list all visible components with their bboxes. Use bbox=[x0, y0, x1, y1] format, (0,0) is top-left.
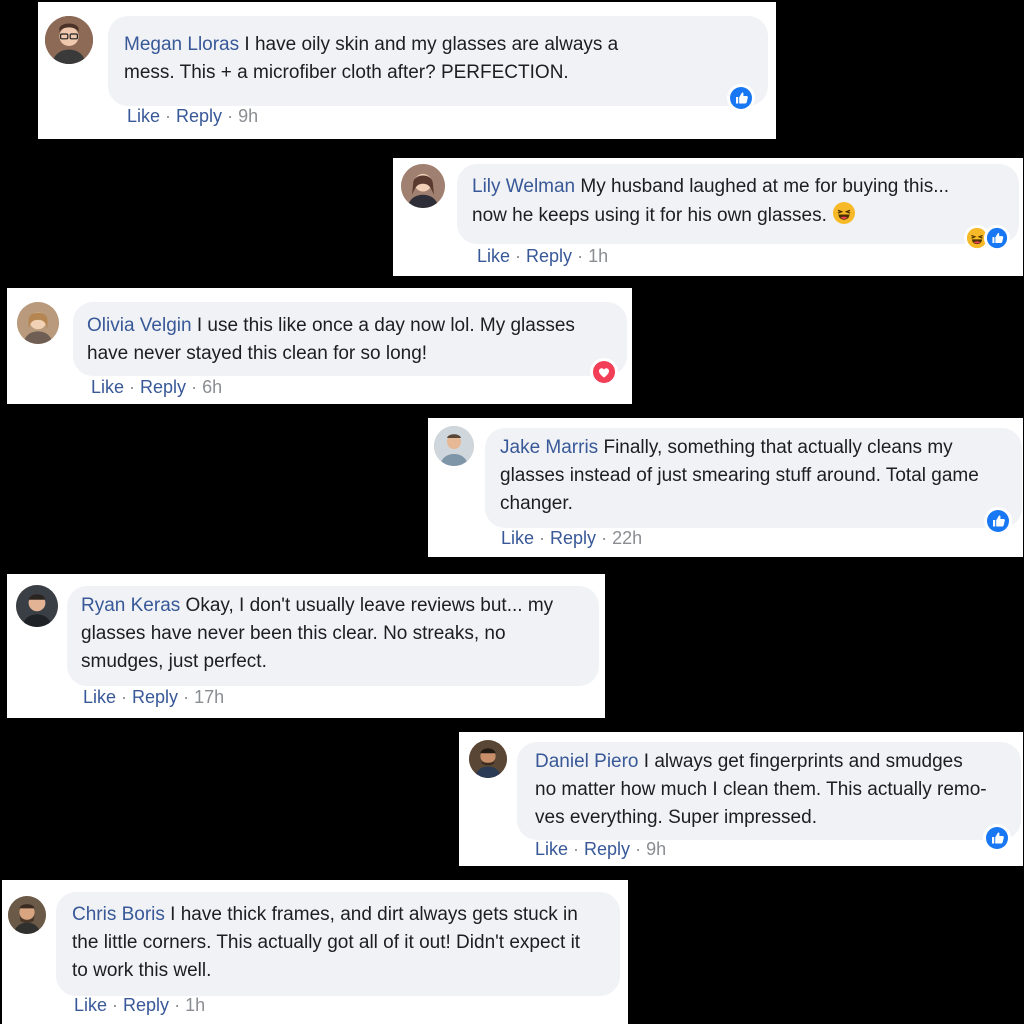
separator: · bbox=[178, 687, 195, 707]
comment-text: glasses have never been this clear. No s… bbox=[81, 623, 506, 644]
comment-actions: Like · Reply · 9h bbox=[127, 106, 258, 127]
commenter-name[interactable]: Ryan Keras bbox=[81, 595, 180, 616]
comment-bubble: Daniel Piero I always get fingerprints a… bbox=[517, 742, 1021, 840]
reaction-group[interactable] bbox=[964, 225, 1010, 253]
comment-card-ryan: Ryan Keras Okay, I don't usually leave r… bbox=[7, 574, 605, 718]
love-reaction-icon[interactable] bbox=[590, 358, 618, 386]
commenter-name[interactable]: Megan Lloras bbox=[124, 34, 239, 55]
comment-text: Finally, something that actually cleans … bbox=[598, 437, 953, 458]
like-button[interactable]: Like bbox=[501, 528, 534, 548]
separator: · bbox=[107, 995, 124, 1015]
comment-bubble: Ryan Keras Okay, I don't usually leave r… bbox=[67, 586, 599, 686]
comment-card-daniel: Daniel Piero I always get fingerprints a… bbox=[459, 732, 1023, 866]
comment-text: Okay, I don't usually leave reviews but.… bbox=[180, 595, 554, 616]
comment-card-jake: Jake Marris Finally, something that actu… bbox=[428, 418, 1023, 557]
comment-time: 9h bbox=[238, 106, 259, 126]
like-reaction-icon[interactable] bbox=[984, 507, 1012, 535]
comment-text: My husband laughed at me for buying this… bbox=[575, 176, 950, 197]
comment-card-olivia: Olivia Velgin I use this like once a day… bbox=[7, 288, 632, 404]
separator: · bbox=[160, 106, 177, 126]
reply-button[interactable]: Reply bbox=[550, 528, 596, 548]
laughing-emoji-icon bbox=[832, 201, 856, 225]
comment-time: 9h bbox=[646, 839, 667, 859]
like-button[interactable]: Like bbox=[477, 246, 510, 266]
separator: · bbox=[510, 246, 527, 266]
separator: · bbox=[222, 106, 239, 126]
comment-actions: Like · Reply · 1h bbox=[477, 246, 608, 267]
separator: · bbox=[124, 377, 141, 397]
like-reaction-icon bbox=[984, 225, 1010, 251]
comment-text: mess. This + a microfiber cloth after? P… bbox=[124, 62, 569, 83]
comment-time: 1h bbox=[588, 246, 609, 266]
separator: · bbox=[630, 839, 647, 859]
avatar[interactable] bbox=[8, 896, 46, 934]
comment-bubble: Megan Lloras I have oily skin and my gla… bbox=[108, 16, 768, 106]
reply-button[interactable]: Reply bbox=[132, 687, 178, 707]
commenter-name[interactable]: Daniel Piero bbox=[535, 751, 639, 772]
separator: · bbox=[169, 995, 186, 1015]
avatar[interactable] bbox=[401, 164, 445, 208]
avatar[interactable] bbox=[16, 585, 58, 627]
comment-actions: Like · Reply · 17h bbox=[83, 687, 224, 708]
comment-text: have never stayed this clean for so long… bbox=[87, 343, 428, 364]
comment-time: 1h bbox=[185, 995, 206, 1015]
separator: · bbox=[186, 377, 203, 397]
comment-time: 6h bbox=[202, 377, 223, 397]
separator: · bbox=[568, 839, 585, 859]
commenter-name[interactable]: Chris Boris bbox=[72, 904, 165, 925]
avatar[interactable] bbox=[469, 740, 507, 778]
reply-button[interactable]: Reply bbox=[140, 377, 186, 397]
comment-actions: Like · Reply · 1h bbox=[74, 995, 205, 1016]
comment-text: the little corners. This actually got al… bbox=[72, 932, 581, 953]
comment-bubble: Jake Marris Finally, something that actu… bbox=[485, 428, 1022, 528]
reply-button[interactable]: Reply bbox=[584, 839, 630, 859]
comment-text: glasses instead of just smearing stuff a… bbox=[500, 465, 979, 486]
comment-text: changer. bbox=[500, 493, 573, 514]
comment-bubble: Lily Welman My husband laughed at me for… bbox=[457, 164, 1019, 244]
separator: · bbox=[116, 687, 133, 707]
comment-bubble: Olivia Velgin I use this like once a day… bbox=[73, 302, 627, 376]
like-reaction-icon[interactable] bbox=[983, 824, 1011, 852]
like-button[interactable]: Like bbox=[535, 839, 568, 859]
comment-text: now he keeps using it for his own glasse… bbox=[472, 205, 833, 226]
comment-card-chris: Chris Boris I have thick frames, and dir… bbox=[2, 880, 628, 1024]
comment-text: no matter how much I clean them. This ac… bbox=[535, 779, 987, 800]
comment-actions: Like · Reply · 22h bbox=[501, 528, 642, 549]
comment-time: 22h bbox=[612, 528, 643, 548]
like-button[interactable]: Like bbox=[127, 106, 160, 126]
comment-text: I always get fingerprints and smudges bbox=[638, 751, 963, 772]
avatar[interactable] bbox=[45, 16, 93, 64]
comment-time: 17h bbox=[194, 687, 225, 707]
like-button[interactable]: Like bbox=[74, 995, 107, 1015]
like-button[interactable]: Like bbox=[91, 377, 124, 397]
comment-actions: Like · Reply · 6h bbox=[91, 377, 222, 398]
commenter-name[interactable]: Jake Marris bbox=[500, 437, 598, 458]
avatar[interactable] bbox=[17, 302, 59, 344]
comment-text: smudges, just perfect. bbox=[81, 651, 267, 672]
reply-button[interactable]: Reply bbox=[176, 106, 222, 126]
reply-button[interactable]: Reply bbox=[526, 246, 572, 266]
comment-text: ves everything. Super impressed. bbox=[535, 807, 817, 828]
like-button[interactable]: Like bbox=[83, 687, 116, 707]
comment-text: I have thick frames, and dirt always get… bbox=[164, 904, 578, 925]
avatar[interactable] bbox=[434, 426, 474, 466]
commenter-name[interactable]: Lily Welman bbox=[472, 176, 575, 197]
comment-card-lily: Lily Welman My husband laughed at me for… bbox=[393, 158, 1023, 276]
separator: · bbox=[534, 528, 551, 548]
comment-bubble: Chris Boris I have thick frames, and dir… bbox=[56, 892, 620, 996]
reply-button[interactable]: Reply bbox=[123, 995, 169, 1015]
comment-text: I use this like once a day now lol. My g… bbox=[191, 315, 575, 336]
separator: · bbox=[596, 528, 613, 548]
like-reaction-icon[interactable] bbox=[727, 84, 755, 112]
comment-text: to work this well. bbox=[72, 960, 212, 981]
comment-card-megan: Megan Lloras I have oily skin and my gla… bbox=[38, 2, 776, 139]
separator: · bbox=[572, 246, 589, 266]
comment-actions: Like · Reply · 9h bbox=[535, 839, 666, 860]
commenter-name[interactable]: Olivia Velgin bbox=[87, 315, 192, 336]
comment-text: I have oily skin and my glasses are alwa… bbox=[239, 34, 619, 55]
